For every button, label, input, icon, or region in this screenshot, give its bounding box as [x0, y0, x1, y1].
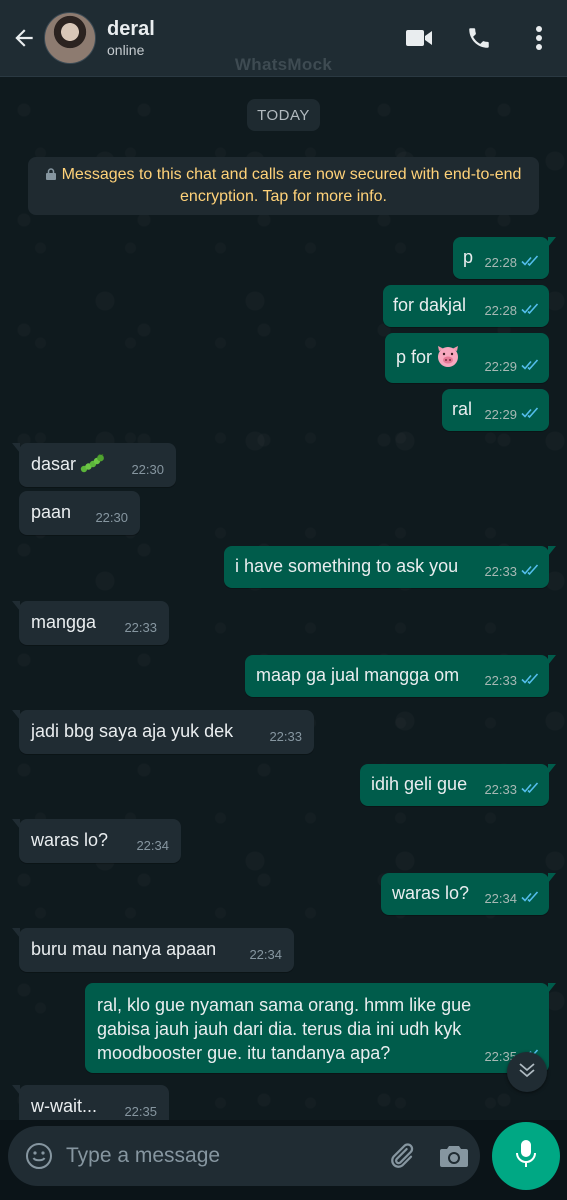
- message-text: p: [463, 247, 474, 267]
- message-outgoing[interactable]: for dakjal 22:28: [383, 285, 549, 327]
- message-meta: 22:34: [249, 944, 282, 966]
- message-text: ral, klo gue nyaman sama orang. hmm like…: [97, 995, 472, 1063]
- message-meta: 22:33: [124, 617, 157, 639]
- watermark: WhatsMock: [234, 55, 333, 74]
- message-incoming[interactable]: w-wait... 22:35: [12, 1085, 169, 1120]
- date-chip: TODAY: [247, 99, 320, 131]
- more-options-icon[interactable]: [519, 18, 559, 58]
- message-time: 22:33: [124, 620, 157, 635]
- caterpillar-emoji-icon: [80, 453, 104, 479]
- message-outgoing[interactable]: idih geli gue 22:33: [360, 764, 556, 806]
- read-receipt-icon: [521, 561, 541, 583]
- message-outgoing[interactable]: ral, klo gue nyaman sama orang. hmm like…: [85, 983, 556, 1073]
- message-meta: 22:35: [124, 1101, 157, 1120]
- microphone-button[interactable]: [492, 1122, 560, 1190]
- video-call-icon[interactable]: [399, 18, 439, 58]
- message-text: maap ga jual mangga om: [256, 665, 460, 685]
- camera-icon[interactable]: [436, 1139, 472, 1173]
- message-time: 22:28: [484, 255, 517, 270]
- message-time: 22:34: [136, 838, 169, 853]
- message-time: 22:29: [484, 359, 517, 374]
- message-time: 22:28: [484, 303, 517, 318]
- message-text: for dakjal: [393, 295, 467, 315]
- message-meta: 22:33: [484, 670, 541, 692]
- message-time: 22:30: [131, 462, 164, 477]
- message-meta: 22:33: [484, 561, 541, 583]
- message-incoming[interactable]: buru mau nanya apaan 22:34: [12, 928, 294, 972]
- message-outgoing[interactable]: maap ga jual mangga om 22:33: [245, 655, 556, 697]
- message-text: i have something to ask you: [235, 556, 459, 576]
- message-time: 22:33: [484, 564, 517, 579]
- message-time: 22:34: [249, 947, 282, 962]
- message-time: 22:29: [484, 407, 517, 422]
- message-outgoing[interactable]: i have something to ask you 22:33: [224, 546, 556, 588]
- read-receipt-icon: [521, 404, 541, 426]
- message-text: w-wait...: [31, 1096, 98, 1116]
- message-meta: 22:29: [484, 356, 541, 378]
- message-incoming[interactable]: jadi bbg saya aja yuk dek 22:33: [12, 710, 314, 754]
- message-incoming[interactable]: dasar 22:30: [12, 443, 176, 487]
- message-text: p for: [396, 345, 460, 372]
- message-text: ral: [452, 399, 473, 419]
- message-incoming[interactable]: paan 22:30: [19, 491, 140, 535]
- message-text: dasar: [31, 453, 104, 479]
- message-text: buru mau nanya apaan: [31, 939, 217, 959]
- message-time: 22:34: [484, 891, 517, 906]
- composer-bar: [0, 1120, 567, 1200]
- encryption-notice-text: Messages to this chat and calls are now …: [61, 166, 522, 205]
- message-outgoing[interactable]: p 22:28: [453, 237, 556, 279]
- message-text: waras lo?: [392, 883, 470, 903]
- message-text: jadi bbg saya aja yuk dek: [31, 721, 234, 741]
- message-meta: 22:30: [131, 459, 164, 481]
- chat-area[interactable]: TODAY Messages to this chat and calls ar…: [0, 77, 567, 1120]
- message-meta: 22:28: [484, 300, 541, 322]
- message-incoming[interactable]: mangga 22:33: [12, 601, 169, 645]
- message-text: paan: [31, 502, 72, 522]
- message-time: 22:30: [95, 510, 128, 525]
- message-meta: 22:30: [95, 507, 128, 529]
- message-outgoing[interactable]: waras lo? 22:34: [381, 873, 556, 915]
- message-time: 22:33: [484, 673, 517, 688]
- message-incoming[interactable]: waras lo? 22:34: [12, 819, 181, 863]
- back-arrow-icon[interactable]: [6, 20, 42, 56]
- message-time: 22:33: [484, 782, 517, 797]
- message-text: mangga: [31, 612, 97, 632]
- message-input[interactable]: [66, 1144, 366, 1168]
- message-text-content: p for: [396, 347, 433, 367]
- message-meta: 22:29: [484, 404, 541, 426]
- message-meta: 22:34: [484, 888, 541, 910]
- message-text-content: dasar: [31, 454, 77, 474]
- contact-info[interactable]: deral online: [107, 17, 155, 59]
- microphone-icon: [515, 1139, 537, 1174]
- message-time: 22:33: [269, 729, 302, 744]
- message-meta: 22:33: [269, 726, 302, 748]
- message-outgoing[interactable]: p for 22:29: [385, 333, 549, 383]
- attach-icon[interactable]: [384, 1139, 418, 1173]
- message-time: 22:35: [124, 1104, 157, 1119]
- read-receipt-icon: [521, 888, 541, 910]
- message-meta: 22:34: [136, 835, 169, 857]
- double-chevron-down-icon: [517, 1061, 537, 1084]
- message-input-container[interactable]: [8, 1126, 480, 1186]
- voice-call-icon[interactable]: [459, 18, 499, 58]
- lock-icon: [45, 165, 56, 180]
- scroll-to-bottom-button[interactable]: [507, 1052, 547, 1092]
- emoji-icon[interactable]: [22, 1139, 56, 1173]
- read-receipt-icon: [521, 779, 541, 801]
- read-receipt-icon: [521, 252, 541, 274]
- encryption-notice[interactable]: Messages to this chat and calls are now …: [28, 157, 539, 215]
- message-text: waras lo?: [31, 830, 109, 850]
- pig-face-emoji-icon: [436, 345, 460, 372]
- read-receipt-icon: [521, 356, 541, 378]
- message-meta: 22:28: [484, 252, 541, 274]
- message-outgoing[interactable]: ral 22:29: [442, 389, 549, 431]
- read-receipt-icon: [521, 300, 541, 322]
- read-receipt-icon: [521, 670, 541, 692]
- contact-name: deral: [107, 18, 155, 40]
- message-text: idih geli gue: [371, 774, 468, 794]
- message-meta: 22:33: [484, 779, 541, 801]
